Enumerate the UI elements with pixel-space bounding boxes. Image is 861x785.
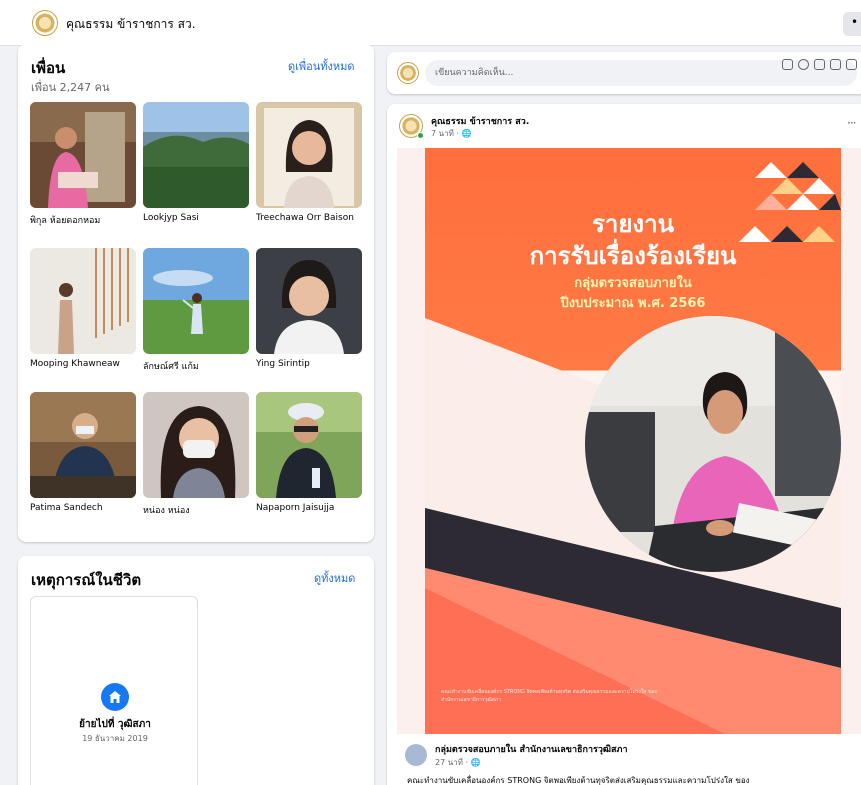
post-timestamp[interactable]: 7 นาที · 🌐: [431, 127, 471, 140]
life-event-title[interactable]: ย้ายไปที่ วุฒิสภา: [31, 717, 199, 732]
page-header: คุณธรรม ข้าราชการ สว. •: [0, 0, 861, 46]
post-image[interactable]: รายงาน การรับเรื่องร้องเรียน กลุ่มตรวจสอ…: [397, 148, 861, 734]
friend-tile[interactable]: Ying Sirintip: [256, 248, 362, 369]
friend-name[interactable]: Treechawa Orr Baison: [256, 213, 362, 223]
friend-tile[interactable]: หน่อง หน่อง: [143, 392, 249, 517]
shared-post-timestamp[interactable]: 27 นาที · 🌐: [435, 756, 481, 769]
friend-tile[interactable]: Patima Sandech: [30, 392, 136, 513]
friend-photo[interactable]: [256, 102, 362, 208]
friend-tile[interactable]: Napaporn Jaisujja: [256, 392, 362, 513]
home-icon: [101, 683, 129, 711]
poster-year: ปีงบประมาณ พ.ศ. 2566: [560, 296, 706, 311]
friend-name[interactable]: หน่อง หน่อง: [143, 503, 249, 517]
feed-post: คุณธรรม ข้าราชการ สว. 7 นาที · 🌐 ··· ราย: [387, 104, 861, 785]
friend-tile[interactable]: Mooping Khawneaw: [30, 248, 136, 369]
more-options-button[interactable]: •: [843, 12, 861, 36]
post-author-name[interactable]: คุณธรรม ข้าราชการ สว.: [431, 114, 529, 128]
comment-composer: เขียนความคิดเห็น...: [387, 52, 861, 94]
friend-tile[interactable]: พิกุล ห้อยดอกหอม: [30, 102, 136, 227]
poster-graphic: รายงาน การรับเรื่องร้องเรียน กลุ่มตรวจสอ…: [425, 148, 841, 734]
post-options-button[interactable]: ···: [847, 116, 857, 130]
friend-photo[interactable]: [30, 248, 136, 354]
friend-name[interactable]: พิกุล ห้อยดอกหอม: [30, 213, 136, 227]
friend-name[interactable]: Patima Sandech: [30, 503, 136, 513]
friend-photo[interactable]: [30, 392, 136, 498]
emoji-icon[interactable]: [798, 59, 809, 70]
avatar[interactable]: [397, 62, 419, 84]
post-caption: คณะทำงานขับเคลื่อนองค์กร STRONG จิตพอเพี…: [407, 776, 750, 785]
friend-photo[interactable]: [143, 392, 249, 498]
page-name[interactable]: คุณธรรม ข้าราชการ สว.: [66, 15, 196, 34]
life-event-item[interactable]: ย้ายไปที่ วุฒิสภา 19 ธันวาคม 2019: [30, 596, 198, 785]
friend-photo[interactable]: [256, 392, 362, 498]
friend-photo[interactable]: [256, 248, 362, 354]
poster-subtitle: กลุ่มตรวจสอบภายใน: [574, 276, 692, 291]
friend-name[interactable]: ลักษณ์ศรี แก้ม: [143, 359, 249, 373]
friend-name[interactable]: Napaporn Jaisujja: [256, 503, 362, 513]
friends-count: เพื่อน 2,247 คน: [31, 81, 110, 94]
friend-photo[interactable]: [143, 102, 249, 208]
life-events-heading: เหตุการณ์ในชีวิต: [31, 571, 142, 589]
camera-icon[interactable]: [814, 59, 825, 70]
friend-name[interactable]: Lookjyp Sasi: [143, 213, 249, 223]
life-event-date: 19 ธันวาคม 2019: [82, 734, 148, 743]
shared-group-name[interactable]: กลุ่มตรวจสอบภายใน สำนักงานเลขาธิการวุฒิส…: [435, 742, 628, 756]
poster-footer-note: คณะทำงานขับเคลื่อนองค์กร STRONG จิตพอเพี…: [441, 689, 657, 703]
friend-name[interactable]: Mooping Khawneaw: [30, 359, 136, 369]
friends-card: เพื่อน เพื่อน 2,247 คน ดูเพื่อนทั้งหมด พ…: [18, 44, 374, 542]
poster-portrait-photo: [585, 316, 841, 572]
see-all-friends-link[interactable]: ดูเพื่อนทั้งหมด: [288, 57, 355, 75]
sticker-alt-icon[interactable]: [846, 59, 857, 70]
friend-photo[interactable]: [30, 102, 136, 208]
gif-icon[interactable]: [830, 59, 841, 70]
poster-title-line: การรับเรื่องร้องเรียน: [529, 242, 737, 270]
life-events-card: เหตุการณ์ในชีวิต ดูทั้งหมด ย้ายไปที่ วุฒ…: [18, 556, 374, 785]
page-logo[interactable]: [32, 10, 58, 36]
composer-tools: [782, 58, 857, 70]
friend-photo[interactable]: [143, 248, 249, 354]
friend-name[interactable]: Ying Sirintip: [256, 359, 362, 369]
see-all-events-link[interactable]: ดูทั้งหมด: [314, 569, 355, 587]
friends-heading[interactable]: เพื่อน: [31, 56, 65, 80]
friend-tile[interactable]: ลักษณ์ศรี แก้ม: [143, 248, 249, 373]
friend-tile[interactable]: Lookjyp Sasi: [143, 102, 249, 223]
friend-tile[interactable]: Treechawa Orr Baison: [256, 102, 362, 223]
group-avatar[interactable]: [405, 744, 427, 766]
sticker-icon[interactable]: [782, 59, 793, 70]
online-indicator: [417, 132, 424, 139]
